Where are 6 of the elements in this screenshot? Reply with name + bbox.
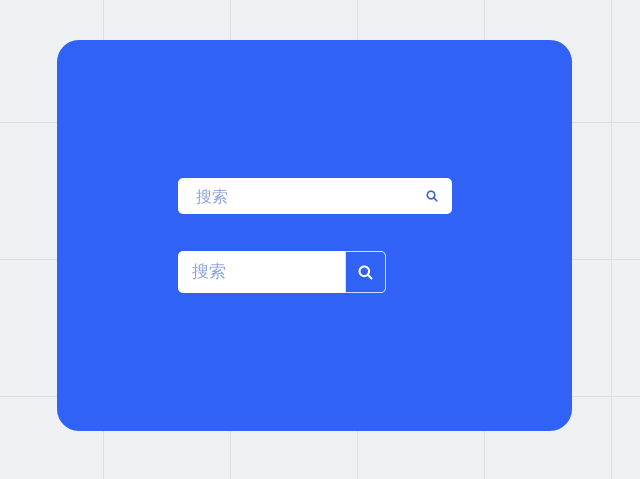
search-field[interactable]: 搜索	[178, 251, 345, 293]
search-input[interactable]: 搜索	[196, 186, 426, 206]
search-icon	[426, 190, 438, 202]
search-field[interactable]: 搜索	[178, 178, 452, 214]
search-icon	[358, 264, 373, 280]
search-button[interactable]	[345, 251, 386, 293]
